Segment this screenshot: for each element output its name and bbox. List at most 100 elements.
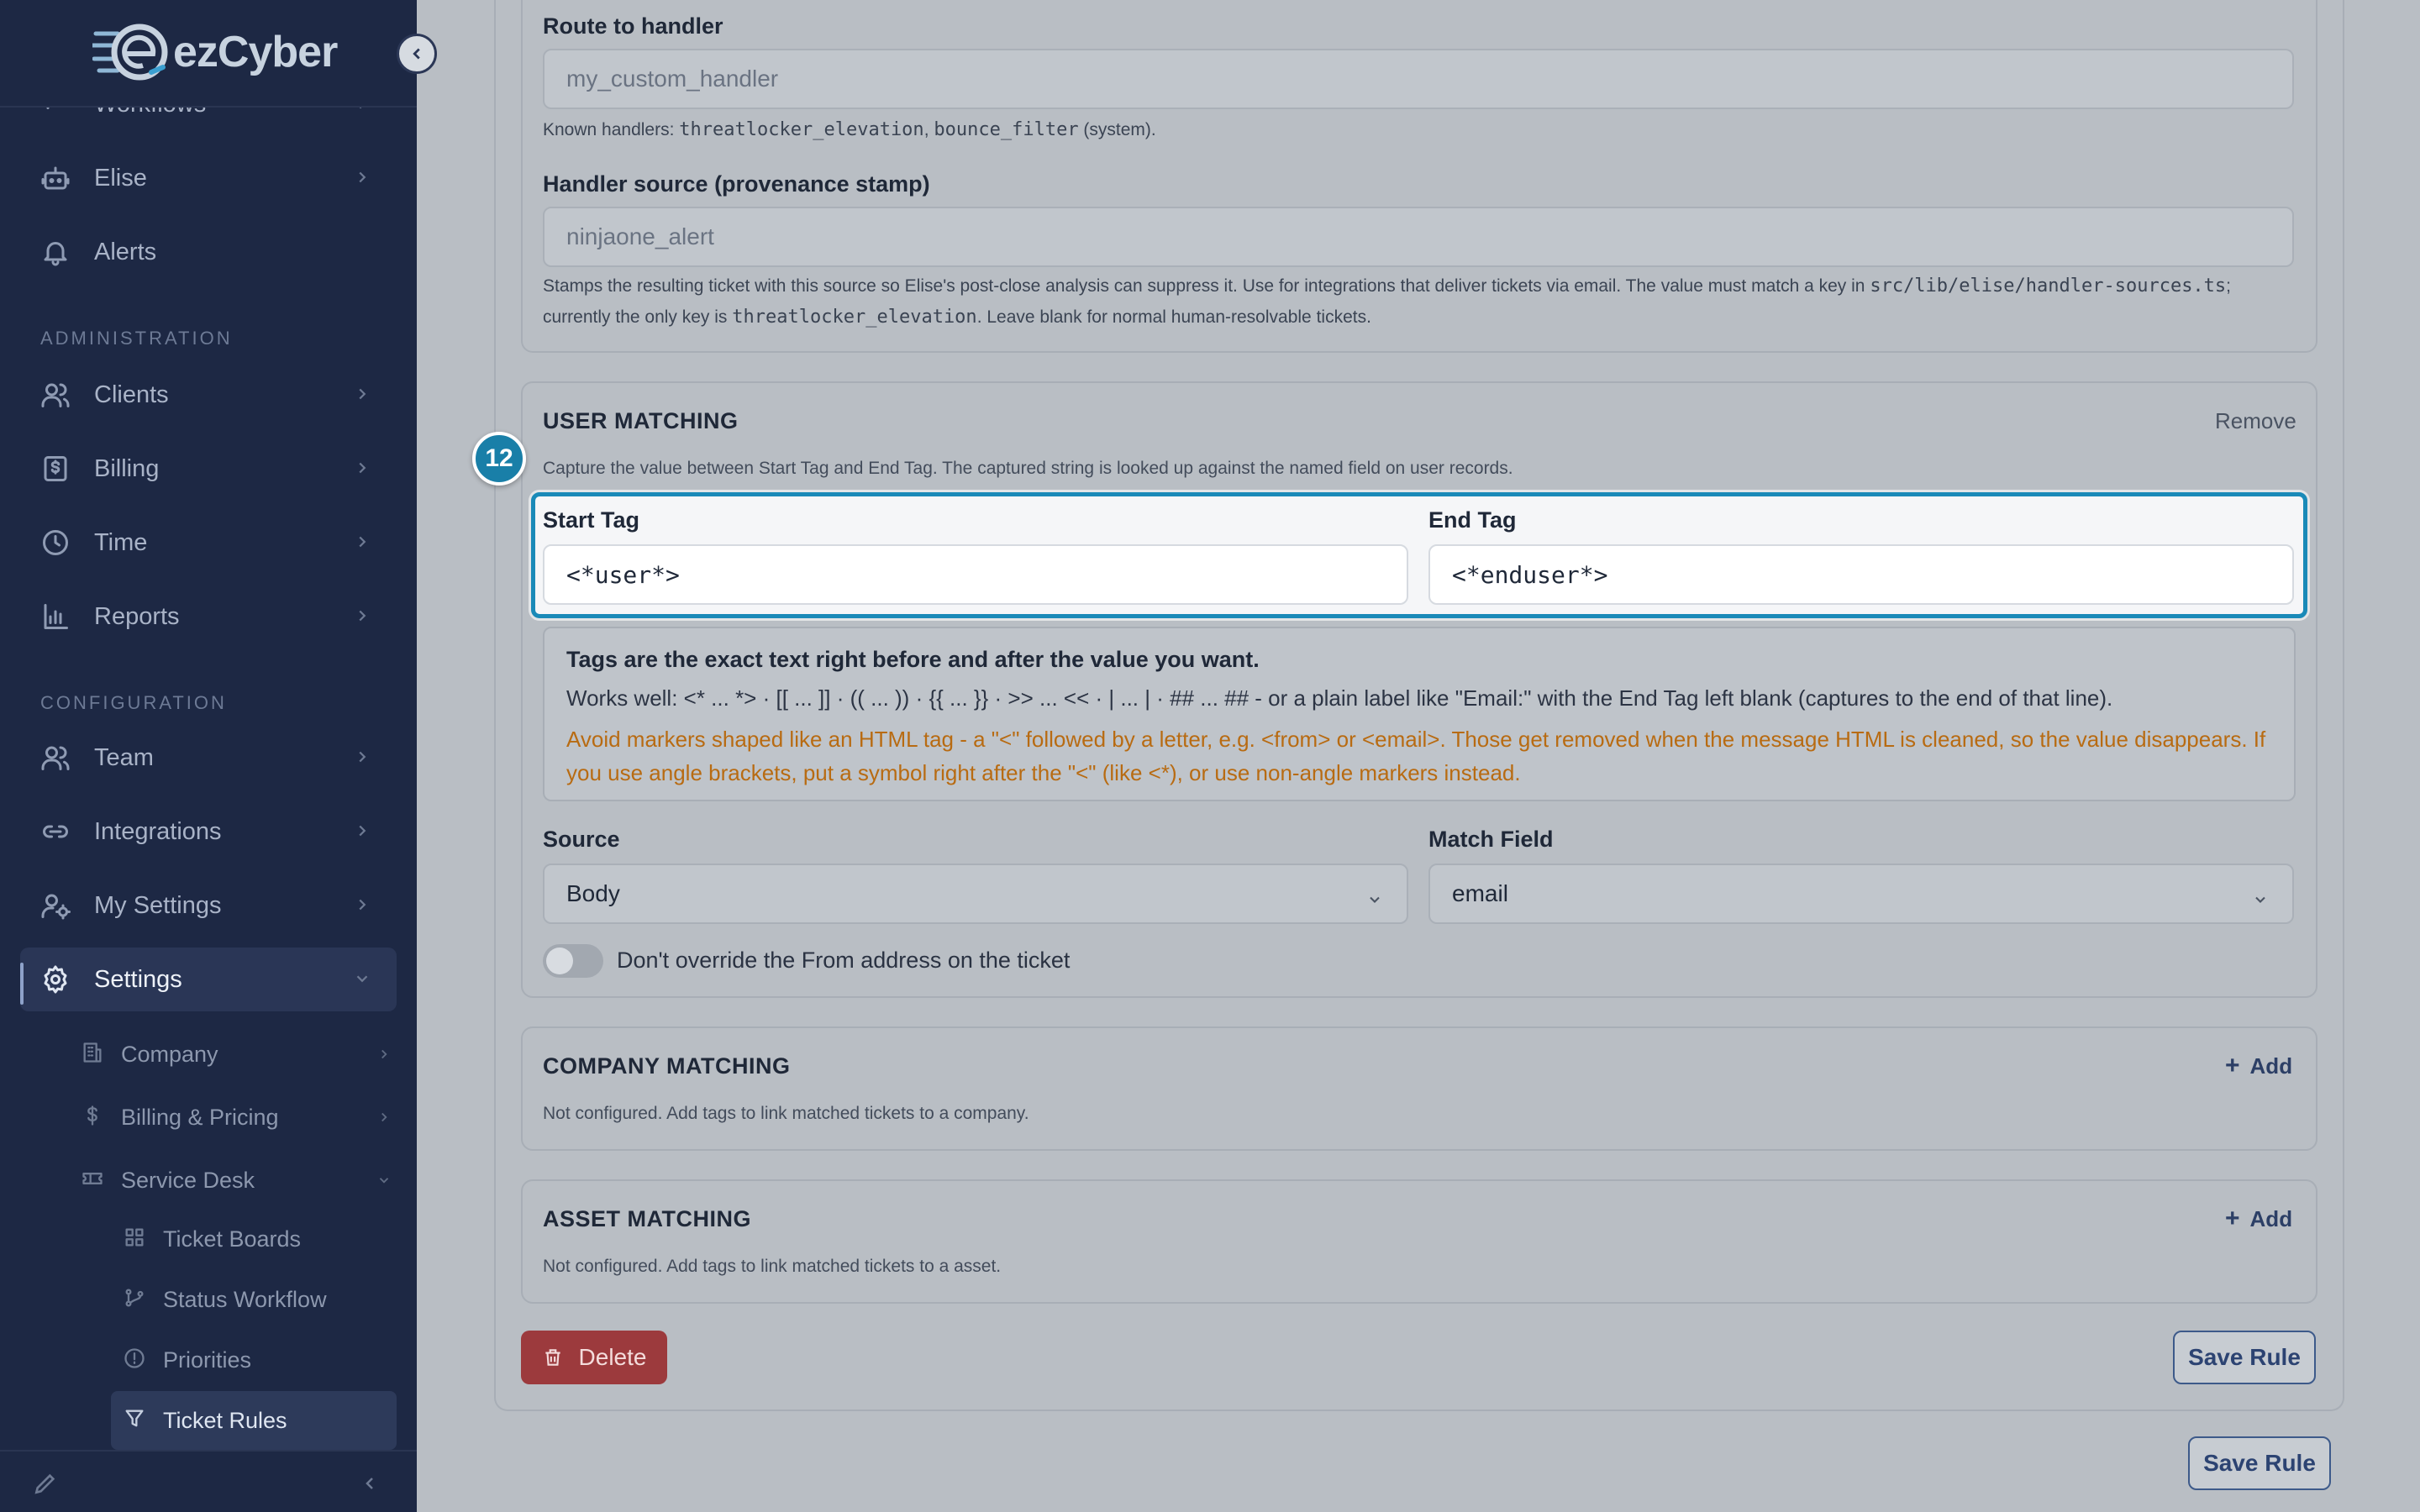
asset-matching-title: ASSET MATCHING — [543, 1206, 751, 1231]
alert-circle-icon — [123, 1347, 146, 1374]
add-asset-matching-button[interactable]: + Add — [2225, 1205, 2292, 1233]
bell-icon — [39, 235, 72, 269]
route-to-handler-input[interactable]: my_custom_handler — [543, 49, 2294, 109]
company-matching-subtitle: Not configured. Add tags to link matched… — [543, 1104, 1029, 1123]
chevron-right-icon — [353, 606, 371, 625]
remove-user-matching-button[interactable]: Remove — [2215, 408, 2296, 434]
section-heading-configuration: CONFIGURATION — [40, 692, 227, 713]
add-company-matching-button[interactable]: + Add — [2225, 1052, 2292, 1080]
pencil-icon[interactable] — [32, 1470, 59, 1497]
handler-sources-path: src/lib/elise/handler-sources.ts — [1870, 276, 2227, 297]
sidebar-item-settings[interactable]: Settings — [20, 948, 397, 1011]
chevron-left-icon — [413, 48, 420, 60]
sidebar-subitem-label: Status Workflow — [163, 1286, 327, 1312]
sidebar-subitem-service-desk[interactable]: Service Desk — [81, 1159, 397, 1201]
source-select[interactable]: Body — [543, 864, 1408, 924]
sidebar-subitem-ticket-rules[interactable]: Ticket Rules — [111, 1391, 397, 1450]
sidebar-item-label: Reports — [94, 602, 180, 630]
step-badge: 12 — [472, 432, 526, 486]
dont-override-from-toggle[interactable] — [543, 944, 603, 978]
sidebar-subitem-label: Priorities — [163, 1347, 252, 1373]
asset-matching-panel — [521, 1179, 2317, 1304]
sidebar-subitem-status-workflow[interactable]: Status Workflow — [123, 1278, 397, 1320]
sidebar-item-alerts[interactable]: Alerts — [20, 220, 397, 284]
tips-works-well: Works well: <* ... *> · [[ ... ]] · (( .… — [566, 685, 2113, 711]
sidebar-subitem-billing-pricing[interactable]: Billing & Pricing — [81, 1096, 397, 1138]
collapse-sidebar-button[interactable] — [397, 34, 437, 74]
team-icon — [39, 741, 72, 774]
chevron-down-icon — [376, 1173, 392, 1188]
chevron-left-icon[interactable] — [360, 1473, 380, 1494]
match-field-label: Match Field — [1428, 827, 1554, 852]
sidebar-item-label: Elise — [94, 164, 147, 192]
known-handlers-prefix: Known handlers: — [543, 120, 675, 139]
match-field-select[interactable]: email — [1428, 864, 2294, 924]
section-heading-administration: ADMINISTRATION — [40, 328, 233, 349]
asset-matching-subtitle: Not configured. Add tags to link matched… — [543, 1257, 1002, 1276]
sidebar-item-team[interactable]: Team — [20, 726, 397, 790]
source-label: Source — [543, 827, 620, 852]
chevron-right-icon — [353, 168, 371, 186]
plus-icon: + — [2225, 1052, 2240, 1079]
sidebar-item-label: Clients — [94, 381, 169, 408]
filter-icon — [123, 1407, 146, 1435]
known-handler-separator: , — [923, 120, 929, 139]
chevron-down-icon — [353, 969, 371, 988]
handler-source-input[interactable]: ninjaone_alert — [543, 207, 2294, 267]
sidebar-subitem-label: Ticket Rules — [163, 1407, 287, 1433]
chevron-right-icon — [353, 459, 371, 477]
sidebar-item-elise[interactable]: Elise — [20, 146, 397, 210]
robot-icon — [39, 161, 72, 195]
gear-icon — [39, 963, 72, 996]
bar-chart-icon — [39, 600, 72, 633]
start-tag-label: Start Tag — [543, 507, 640, 533]
dollar-icon — [81, 1104, 104, 1131]
sidebar-subitem-company[interactable]: Company — [81, 1033, 397, 1075]
chevron-right-icon — [353, 895, 371, 914]
sidebar-item-label: Integrations — [94, 817, 222, 845]
sidebar-item-time[interactable]: Time — [20, 511, 397, 575]
user-cog-icon — [39, 889, 72, 922]
delete-rule-label: Delete — [578, 1344, 647, 1370]
handler-source-help-semicolon: ; — [2226, 276, 2232, 296]
sidebar-item-clients[interactable]: Clients — [20, 363, 397, 427]
handler-source-help-text: currently the only key is — [543, 307, 728, 327]
user-matching-subtitle: Capture the value between Start Tag and … — [543, 459, 1513, 478]
known-handlers-help: Known handlers: threatlocker_elevation, … — [543, 114, 1156, 145]
save-rule-button[interactable]: Save Rule — [2173, 1331, 2316, 1384]
known-handler-threatlocker: threatlocker_elevation — [679, 119, 924, 140]
add-company-matching-label: Add — [2249, 1053, 2293, 1079]
sidebar-item-billing[interactable]: Billing — [20, 437, 397, 501]
dont-override-from-label: Don't override the From address on the t… — [617, 948, 1071, 973]
known-handlers-suffix: (system). — [1083, 120, 1156, 139]
tips-title: Tags are the exact text right before and… — [566, 647, 1260, 672]
chevron-right-icon — [376, 1110, 392, 1125]
chevron-down-icon — [1366, 887, 1383, 904]
ticket-icon — [81, 1167, 104, 1194]
delete-rule-button[interactable]: Delete — [521, 1331, 667, 1384]
clock-icon — [39, 526, 72, 559]
plus-icon: + — [2225, 1205, 2240, 1232]
known-handler-bounce: bounce_filter — [934, 119, 1079, 140]
end-tag-input[interactable]: <*enduser*> — [1428, 544, 2294, 605]
sidebar-item-label: My Settings — [94, 891, 222, 919]
match-field-select-value: email — [1452, 880, 1508, 906]
sidebar-item-reports[interactable]: Reports — [20, 585, 397, 648]
handler-source-key: threatlocker_elevation — [732, 307, 977, 328]
sidebar-subitem-ticket-boards[interactable]: Ticket Boards — [123, 1218, 397, 1260]
source-select-value: Body — [566, 880, 620, 906]
sidebar-item-my-settings[interactable]: My Settings — [20, 874, 397, 937]
sidebar-item-integrations[interactable]: Integrations — [20, 800, 397, 864]
sidebar-subitem-priorities[interactable]: Priorities — [123, 1339, 397, 1381]
chevron-right-icon — [353, 533, 371, 551]
active-indicator — [20, 963, 24, 1005]
sidebar-subitem-label: Service Desk — [121, 1167, 255, 1193]
end-tag-label: End Tag — [1428, 507, 1517, 533]
handler-source-help: Stamps the resulting ticket with this so… — [543, 270, 2299, 333]
chevron-right-icon — [353, 822, 371, 840]
sidebar-footer — [0, 1450, 417, 1512]
chevron-down-icon — [2252, 887, 2269, 904]
save-rule-outer-button[interactable]: Save Rule — [2188, 1436, 2331, 1490]
chevron-right-icon — [353, 748, 371, 766]
start-tag-input[interactable]: <*user*> — [543, 544, 1408, 605]
